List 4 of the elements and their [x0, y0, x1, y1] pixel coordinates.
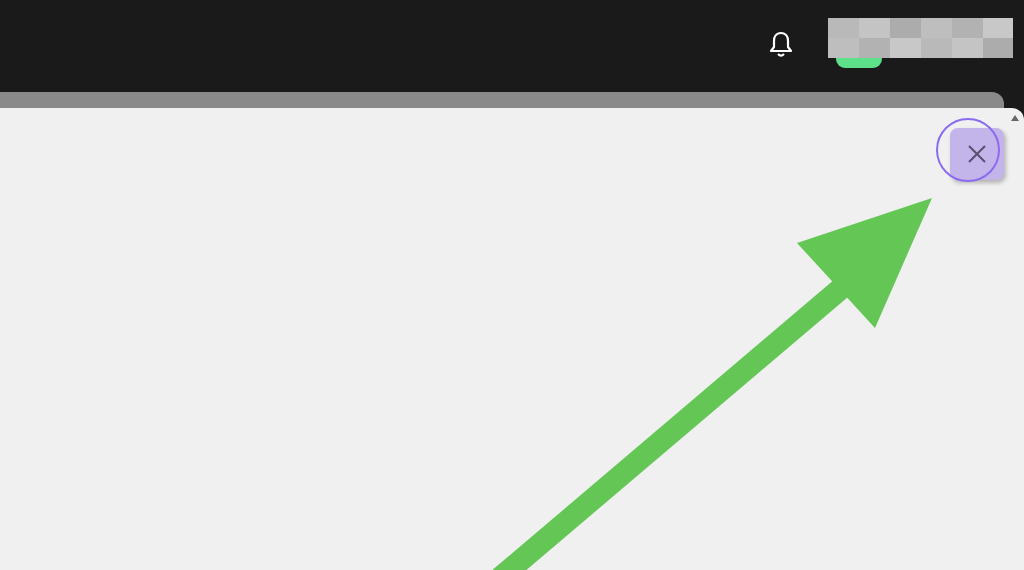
notification-bell-icon[interactable] — [768, 30, 794, 58]
scroll-up-icon[interactable] — [1011, 115, 1019, 121]
close-button[interactable] — [950, 128, 1004, 180]
close-icon — [967, 144, 987, 164]
